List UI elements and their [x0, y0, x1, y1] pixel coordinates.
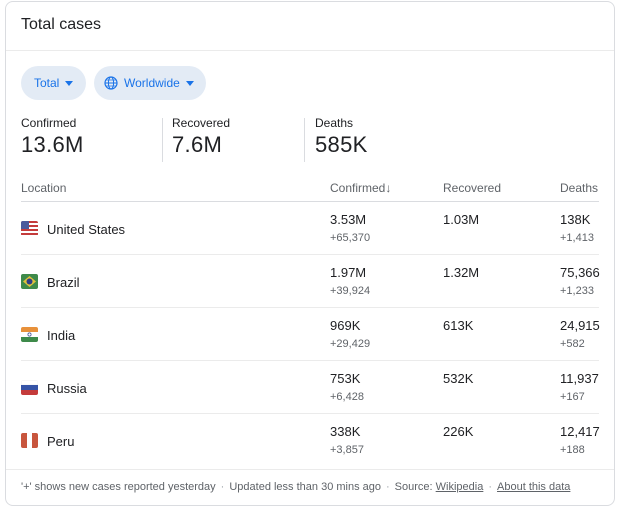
confirmed-label: Confirmed	[21, 116, 77, 130]
confirmed-cell: 753K	[330, 371, 361, 386]
table-row[interactable]: India 969K +29,429 613K 24,915 +582	[21, 308, 600, 361]
confirmed-value: 13.6M	[21, 132, 84, 157]
us-flag-icon	[21, 221, 38, 236]
confirmed-cell: 338K	[330, 424, 361, 439]
recovered-value: 7.6M	[172, 132, 223, 157]
recovered-label: Recovered	[172, 116, 231, 130]
recovered-cell: 613K	[443, 318, 474, 333]
location-header: Location	[21, 181, 67, 195]
total-cases-card: Total cases Total Worldwide Confirmed 13…	[5, 1, 615, 506]
deaths-cell: 75,366	[560, 265, 600, 280]
confirmed-new-cell: +3,857	[330, 444, 364, 456]
country-name: Russia	[47, 381, 87, 396]
table-row[interactable]: Peru 338K +3,857 226K 12,417 +188	[21, 414, 600, 467]
region-label: Worldwide	[124, 76, 180, 90]
deaths-label: Deaths	[315, 116, 354, 130]
confirmed-cell: 1.97M	[330, 265, 367, 280]
deaths-cell: 12,417	[560, 424, 600, 439]
card-title: Total cases	[21, 16, 102, 33]
deaths-new-cell: +1,233	[560, 285, 594, 297]
table-row[interactable]: Russia 753K +6,428 532K 11,937 +167	[21, 361, 599, 414]
country-name: India	[47, 328, 76, 343]
footer: '+' shows new cases reported yesterday · U…	[21, 481, 571, 493]
about-data-link[interactable]: About this data	[497, 481, 570, 493]
country-name: United States	[47, 222, 126, 237]
footer-note: '+' shows new cases reported yesterday	[21, 481, 216, 493]
recovered-cell: 1.32M	[443, 265, 480, 280]
case-type-dropdown[interactable]: Total	[21, 66, 86, 100]
stat-divider	[162, 118, 163, 162]
chevron-down-icon	[185, 80, 194, 86]
wikipedia-link[interactable]: Wikipedia	[436, 481, 484, 493]
recovered-header[interactable]: Recovered	[443, 181, 501, 195]
peru-flag-icon	[21, 433, 38, 448]
recovered-stat: Recovered 7.6M	[172, 116, 230, 158]
deaths-cell: 138K	[560, 212, 591, 227]
deaths-cell: 24,915	[560, 318, 600, 333]
russia-flag-icon	[21, 380, 38, 395]
region-dropdown[interactable]: Worldwide	[94, 66, 206, 100]
footer-divider	[6, 469, 614, 470]
confirmed-header-label: Confirmed	[330, 181, 386, 195]
confirmed-cell: 3.53M	[330, 212, 367, 227]
india-flag-icon	[21, 327, 38, 342]
globe-icon	[104, 76, 118, 90]
table-row[interactable]: United States 3.53M +65,370 1.03M 138K +…	[21, 202, 599, 255]
confirmed-new-cell: +6,428	[330, 391, 364, 403]
chevron-down-icon	[65, 80, 74, 86]
deaths-cell: 11,937	[560, 371, 599, 386]
footer-updated: Updated less than 30 mins ago	[229, 481, 381, 493]
confirmed-new-cell: +65,370	[330, 232, 371, 244]
confirmed-cell: 969K	[330, 318, 361, 333]
deaths-header[interactable]: Deaths	[560, 181, 598, 195]
confirmed-new-cell: +29,429	[330, 338, 371, 350]
stat-divider	[304, 118, 305, 162]
brazil-flag-icon	[21, 274, 38, 289]
recovered-cell: 226K	[443, 424, 474, 439]
deaths-new-cell: +1,413	[560, 232, 594, 244]
recovered-cell: 1.03M	[443, 212, 480, 227]
case-type-label: Total	[34, 76, 60, 90]
country-name: Brazil	[47, 275, 80, 290]
deaths-new-cell: +167	[560, 391, 585, 403]
deaths-stat: Deaths 585K	[315, 116, 368, 158]
deaths-new-cell: +582	[560, 338, 585, 350]
deaths-new-cell: +188	[560, 444, 585, 456]
confirmed-new-cell: +39,924	[330, 285, 371, 297]
divider	[6, 50, 614, 51]
confirmed-header[interactable]: Confirmed↓	[330, 181, 391, 195]
deaths-value: 585K	[315, 132, 368, 157]
table-row[interactable]: Brazil 1.97M +39,924 1.32M 75,366 +1,233	[21, 255, 600, 308]
recovered-cell: 532K	[443, 371, 474, 386]
country-name: Peru	[47, 434, 75, 449]
sort-down-arrow-icon: ↓	[385, 181, 392, 195]
footer-source-label: Source:	[394, 481, 433, 493]
confirmed-stat: Confirmed 13.6M	[21, 116, 84, 158]
